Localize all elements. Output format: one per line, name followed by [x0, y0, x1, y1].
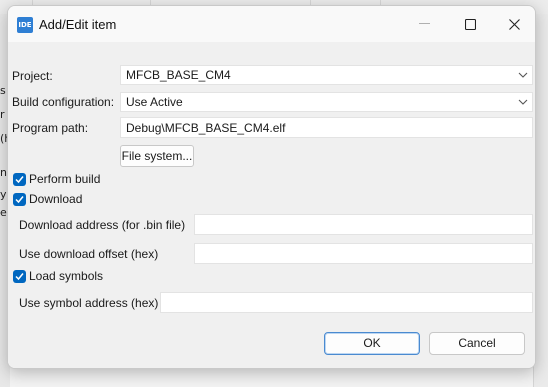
download-offset-input[interactable] [194, 243, 533, 264]
maximize-button[interactable] [447, 6, 493, 42]
minimize-icon [418, 23, 430, 24]
minimize-button[interactable] [401, 6, 447, 42]
chevron-down-icon [518, 72, 528, 78]
close-button[interactable] [491, 6, 535, 42]
symbol-address-label: Use symbol address (hex) [19, 296, 159, 310]
chevron-down-icon [518, 99, 528, 105]
download-label: Download [29, 192, 83, 206]
dialog-footer: OK Cancel [8, 323, 535, 368]
load-symbols-label: Load symbols [29, 269, 104, 283]
ide-app-icon: IDE [17, 17, 33, 33]
ok-button[interactable]: OK [324, 332, 420, 355]
build-configuration-value: Use Active [126, 95, 183, 109]
project-label: Project: [12, 69, 53, 83]
download-address-input[interactable] [194, 214, 533, 235]
checkmark-icon [15, 273, 24, 281]
symbol-address-input[interactable] [160, 292, 533, 313]
program-path-label: Program path: [12, 121, 89, 135]
add-edit-item-dialog: IDE Add/Edit item Project: MFCB_BASE_CM4… [7, 5, 536, 369]
build-configuration-label: Build configuration: [12, 95, 115, 109]
file-system-button[interactable]: File system... [120, 145, 194, 167]
perform-build-checkbox[interactable] [13, 173, 26, 186]
project-select-value: MFCB_BASE_CM4 [126, 68, 231, 82]
build-configuration-select[interactable]: Use Active [120, 92, 533, 112]
download-checkbox[interactable] [13, 193, 26, 206]
checkmark-icon [15, 176, 24, 184]
project-select[interactable]: MFCB_BASE_CM4 [120, 65, 533, 85]
program-path-input[interactable]: Debug\MFCB_BASE_CM4.elf [120, 117, 533, 138]
maximize-icon [464, 18, 476, 30]
load-symbols-checkbox[interactable] [13, 270, 26, 283]
program-path-value: Debug\MFCB_BASE_CM4.elf [126, 121, 286, 135]
download-offset-label: Use download offset (hex) [19, 247, 159, 261]
cancel-button[interactable]: Cancel [429, 332, 525, 355]
title-bar[interactable]: IDE Add/Edit item [8, 6, 535, 42]
dialog-title: Add/Edit item [39, 17, 117, 32]
checkmark-icon [15, 196, 24, 204]
perform-build-label: Perform build [29, 172, 101, 186]
close-icon [508, 18, 520, 30]
download-address-label: Download address (for .bin file) [19, 218, 186, 232]
